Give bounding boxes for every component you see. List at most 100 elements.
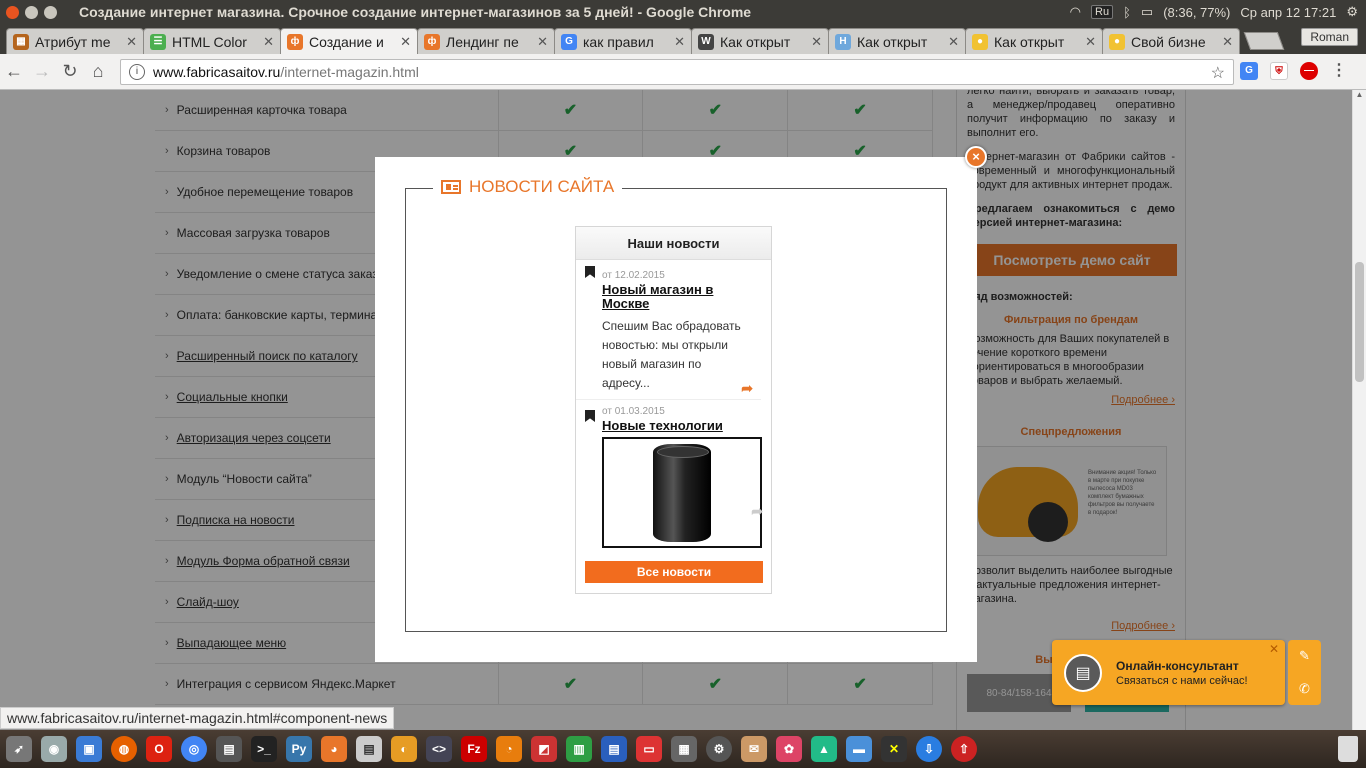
battery-status[interactable]: (8:36, 77%) xyxy=(1163,5,1230,20)
maximize-window-button[interactable] xyxy=(44,5,57,19)
system-settings-icon[interactable]: ⚙ xyxy=(706,736,732,762)
bluetooth-icon[interactable]: ᛒ xyxy=(1123,5,1131,20)
clock[interactable]: Ср апр 12 17:21 xyxy=(1240,5,1336,20)
tab-close-icon[interactable]: ✕ xyxy=(1222,34,1233,50)
close-window-button[interactable] xyxy=(6,5,19,19)
scrollbar-thumb[interactable] xyxy=(1355,262,1364,382)
tab-item[interactable]: ф Создание и ✕ xyxy=(280,28,418,54)
write-message-icon[interactable]: ✎ xyxy=(1299,648,1310,664)
tab-item[interactable]: ☰ HTML Color ✕ xyxy=(143,28,281,54)
news-item: от 12.02.2015 Новый магазин в Москве Спе… xyxy=(576,260,761,400)
chat-icon: ▤ xyxy=(1064,653,1102,692)
presentation-icon[interactable]: ▭ xyxy=(636,736,662,762)
firefox-icon[interactable]: ◍ xyxy=(111,736,137,762)
profile-button[interactable]: Roman xyxy=(1301,28,1358,46)
reload-icon[interactable]: ↻ xyxy=(56,61,84,82)
scroll-up-icon[interactable]: ▲ xyxy=(1353,90,1366,99)
new-tab-button[interactable] xyxy=(1243,32,1285,50)
tab-item[interactable]: ● Свой бизне ✕ xyxy=(1102,28,1240,54)
read-more-arrow-icon[interactable]: ➦ xyxy=(741,380,753,397)
settings-icon[interactable]: ◉ xyxy=(41,736,67,762)
tab-close-icon[interactable]: ✕ xyxy=(537,34,548,50)
phone-call-icon[interactable]: ✆ xyxy=(1299,681,1310,697)
adblock-extension-icon[interactable]: — xyxy=(1300,62,1318,80)
read-more-arrow-icon[interactable]: ➦ xyxy=(751,503,763,520)
consultant-close-icon[interactable]: ✕ xyxy=(1269,642,1279,656)
news-date: от 12.02.2015 xyxy=(602,270,665,281)
forward-icon[interactable]: → xyxy=(28,61,56,82)
tab-item[interactable]: ● Как открыт ✕ xyxy=(965,28,1103,54)
news-image[interactable] xyxy=(602,437,762,548)
tab-title: Как открыт xyxy=(857,33,928,50)
file-manager-icon[interactable]: ▣ xyxy=(76,736,102,762)
image-viewer-icon[interactable]: ◐ xyxy=(391,736,417,762)
news-item: от 01.03.2015 Новые технологии ➦ xyxy=(576,400,771,560)
bookmark-star-icon[interactable]: ☆ xyxy=(1211,63,1225,83)
info-icon[interactable]: i xyxy=(129,64,145,80)
all-news-button[interactable]: Все новости xyxy=(585,561,763,583)
writer-icon[interactable]: ▤ xyxy=(601,736,627,762)
cat-icon[interactable]: ◕ xyxy=(321,736,347,762)
tab-title: HTML Color xyxy=(172,33,247,50)
back-icon[interactable]: ← xyxy=(0,61,28,82)
settings-gear-icon[interactable]: ⚙ xyxy=(1346,4,1358,20)
blender-icon[interactable]: ◔ xyxy=(496,736,522,762)
photos-icon[interactable]: ▲ xyxy=(811,736,837,762)
translate-extension-icon[interactable]: G xyxy=(1240,62,1258,80)
python-icon[interactable]: Py xyxy=(286,736,312,762)
chrome-icon[interactable]: ◎ xyxy=(181,736,207,762)
screenshot-icon[interactable]: ◩ xyxy=(531,736,557,762)
browser-toolbar: ← → ↻ ⌂ i www.fabricasaitov.ru /internet… xyxy=(0,54,1366,90)
tab-title: Лендинг пе xyxy=(446,33,519,50)
tab-close-icon[interactable]: ✕ xyxy=(263,34,274,50)
trash-icon[interactable] xyxy=(1338,736,1358,762)
tab-close-icon[interactable]: ✕ xyxy=(948,34,959,50)
tab-item[interactable]: Gкак правил ✕ xyxy=(554,28,692,54)
consultant-text: Онлайн-консультант Связаться с нами сейч… xyxy=(1116,659,1248,687)
tool-icon[interactable]: ▤ xyxy=(216,736,242,762)
window-title: Создание интернет магазина. Срочное созд… xyxy=(79,4,752,20)
menu-icon[interactable]: ⋮ xyxy=(1330,62,1348,80)
home-icon[interactable]: ⌂ xyxy=(84,61,112,82)
tab-close-icon[interactable]: ✕ xyxy=(674,34,685,50)
address-bar[interactable]: i www.fabricasaitov.ru /internet-magazin… xyxy=(120,59,1234,85)
tab-favicon-icon: ● xyxy=(972,33,988,50)
shield-extension-icon[interactable]: ⛨ xyxy=(1270,62,1288,80)
tab-close-icon[interactable]: ✕ xyxy=(811,34,822,50)
news-widget: Наши новости от 12.02.2015 Новый магазин… xyxy=(575,226,772,594)
xapp-icon[interactable]: ✕ xyxy=(881,736,907,762)
tab-item[interactable]: ▦ Атрибут me ✕ xyxy=(6,28,144,54)
opera-icon[interactable]: O xyxy=(146,736,172,762)
tab-close-icon[interactable]: ✕ xyxy=(126,34,137,50)
bookmark-icon xyxy=(585,410,595,422)
launcher-rocket-icon[interactable]: ➶ xyxy=(6,736,32,762)
filezilla-icon[interactable]: Fz xyxy=(461,736,487,762)
mail-icon[interactable]: ✉ xyxy=(741,736,767,762)
tab-item[interactable]: ф Лендинг пе ✕ xyxy=(417,28,555,54)
news-title-link[interactable]: Новые технологии xyxy=(602,419,761,433)
minimize-window-button[interactable] xyxy=(25,5,38,19)
calculator-icon[interactable]: ▦ xyxy=(671,736,697,762)
url-path: /internet-magazin.html xyxy=(280,64,419,80)
page-scrollbar[interactable]: ▲ xyxy=(1352,90,1366,730)
download-icon[interactable]: ⇩ xyxy=(916,736,942,762)
news-title-link[interactable]: Новый магазин в Москве xyxy=(602,283,751,311)
tab-close-icon[interactable]: ✕ xyxy=(400,34,411,50)
folder-icon[interactable]: ▬ xyxy=(846,736,872,762)
document-icon[interactable]: ▤ xyxy=(356,736,382,762)
update-icon[interactable]: ⇧ xyxy=(951,736,977,762)
tab-close-icon[interactable]: ✕ xyxy=(1085,34,1096,50)
window-titlebar: Создание интернет магазина. Срочное созд… xyxy=(0,0,1366,24)
software-icon[interactable]: ✿ xyxy=(776,736,802,762)
widget-title: Наши новости xyxy=(576,227,771,260)
battery-icon[interactable]: ▭ xyxy=(1141,4,1153,20)
wifi-icon[interactable]: ◠ xyxy=(1070,4,1081,20)
terminal-icon[interactable]: >_ xyxy=(251,736,277,762)
online-consultant-widget[interactable]: ▤ Онлайн-консультант Связаться с нами се… xyxy=(1052,640,1285,705)
spreadsheet-icon[interactable]: ▥ xyxy=(566,736,592,762)
modal-close-button[interactable]: × xyxy=(965,146,987,168)
tab-item[interactable]: W Как открыт ✕ xyxy=(691,28,829,54)
tab-item[interactable]: H Как открыт ✕ xyxy=(828,28,966,54)
keyboard-layout[interactable]: Ru xyxy=(1091,5,1114,19)
code-editor-icon[interactable]: <> xyxy=(426,736,452,762)
